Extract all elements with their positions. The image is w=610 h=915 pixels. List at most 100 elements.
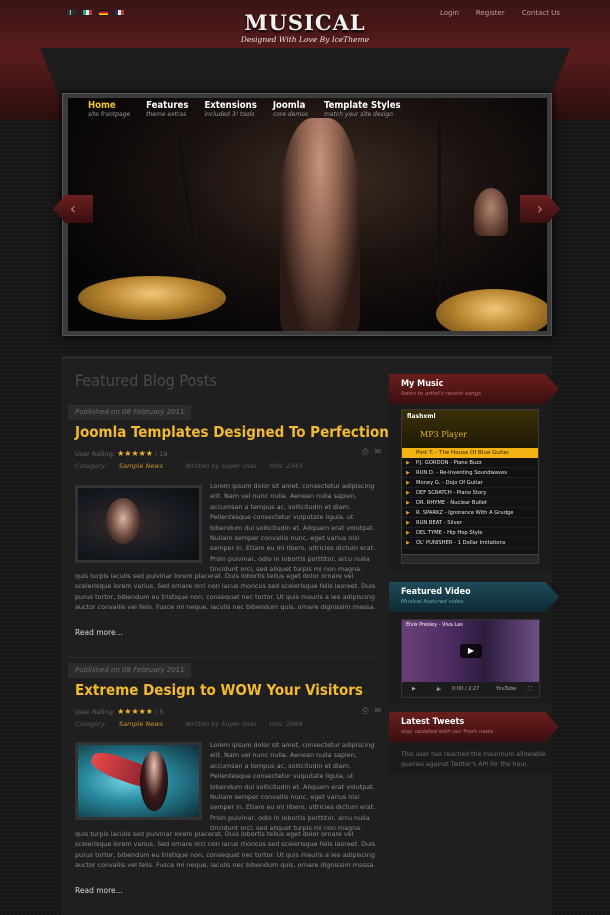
module-title: Featured Video: [401, 587, 471, 597]
post-excerpt: Lorem ipsum dolor sit amet, consectetur …: [210, 741, 376, 833]
post-actions: ⎙ ✉: [356, 706, 381, 716]
post-title[interactable]: Extreme Design to WOW Your Visitors: [75, 681, 363, 699]
flag-de-icon[interactable]: [98, 9, 109, 16]
slideshow-image: Home site frontpage Features theme extra…: [68, 98, 547, 331]
track-item[interactable]: DEL TYME - Hip Hop Style: [402, 528, 538, 538]
post-excerpt-continued: quis turpis iaculis sed pulvinar lorem p…: [75, 830, 376, 870]
site-logo[interactable]: MUSICAL: [210, 10, 400, 35]
module-subtitle: Musical featured video: [401, 599, 464, 605]
module-subtitle: stay updated with our fresh news: [401, 729, 494, 735]
category-link[interactable]: Sample News: [119, 462, 163, 470]
menu-item-subtitle: included 3! tools: [204, 111, 255, 118]
post-divider: [68, 657, 378, 658]
player-title: MP3 Player: [420, 430, 467, 439]
post-title[interactable]: Joomla Templates Designed To Perfection: [75, 423, 389, 441]
video-thumbnail: Elvis Presley - Viva Las ▶: [402, 620, 539, 682]
menu-item-extensions[interactable]: Extensions included 3! tools: [196, 100, 264, 118]
track-item[interactable]: Money G. - Dojo Of Guitar: [402, 478, 538, 488]
email-icon[interactable]: ✉: [374, 706, 381, 715]
track-item[interactable]: RUN D. - Re-Inventing Soundwaves: [402, 468, 538, 478]
post-rating: User Rating: ★★★★★ / 19: [75, 449, 168, 458]
my-music-header: My Music listen to artist's recent songs: [389, 374, 559, 404]
mp3-player: flashxml MP3 Player Pink T. - The House …: [401, 409, 539, 564]
category-link[interactable]: Sample News: [119, 720, 163, 728]
post-hits: Hits: 2343: [269, 462, 303, 470]
module-title: My Music: [401, 379, 444, 389]
email-icon[interactable]: ✉: [374, 447, 381, 456]
login-link[interactable]: Login: [432, 9, 467, 17]
post-thumbnail[interactable]: [75, 742, 202, 820]
rating-label: User Rating:: [75, 708, 116, 716]
track-item[interactable]: DR. RHYME - Nuclear Bullet: [402, 498, 538, 508]
contact-link[interactable]: Contact Us: [512, 9, 568, 17]
flag-en-icon[interactable]: [66, 9, 77, 16]
post-meta: Category: Sample News Written by Super U…: [75, 462, 313, 470]
menu-item-features[interactable]: Features theme extras: [138, 100, 196, 118]
latest-tweets-header: Latest Tweets stay updated with our fres…: [389, 712, 559, 742]
player-brand: flashxml: [407, 413, 436, 420]
rating-count: / 19: [155, 450, 168, 458]
rating-stars[interactable]: ★★★★★: [117, 707, 153, 716]
cymbal: [436, 289, 547, 331]
menu-item-title: Home: [88, 100, 116, 111]
rating-count: / 5: [155, 708, 164, 716]
menu-item-title: Joomla: [272, 100, 306, 111]
track-now-playing[interactable]: Pink T. - The House Of Blue Guitar: [402, 448, 538, 458]
rating-label: User Rating:: [75, 450, 116, 458]
section-title: Featured Blog Posts: [75, 371, 217, 390]
read-more-link[interactable]: Read more...: [75, 886, 123, 895]
menu-item-home[interactable]: Home site frontpage: [80, 100, 138, 118]
menu-item-joomla[interactable]: Joomla core demos: [265, 100, 316, 118]
volume-icon[interactable]: 🔈: [436, 682, 442, 697]
portrait: [140, 751, 168, 811]
print-icon[interactable]: ⎙: [362, 447, 368, 456]
language-flags: [66, 9, 125, 16]
track-item[interactable]: P.J. GORDON - Piano Buzz: [402, 458, 538, 468]
track-item[interactable]: RUN BEAT - Silver: [402, 518, 538, 528]
site-tagline: Designed With Love By IceTheme: [240, 35, 370, 44]
module-title: Latest Tweets: [401, 717, 465, 727]
post-date: Published on 08 February 2011: [68, 663, 191, 678]
category-label: Category:: [75, 720, 107, 728]
menu-item-subtitle: site frontpage: [88, 111, 131, 118]
play-control-icon[interactable]: ▶: [412, 682, 416, 697]
slideshow-frame: Home site frontpage Features theme extra…: [62, 93, 552, 336]
featured-video-header: Featured Video Musical featured video: [389, 582, 559, 612]
menu-item-title: Template Styles: [324, 100, 401, 111]
post-excerpt-continued: quis turpis iaculis sed pulvinar lorem p…: [75, 572, 376, 612]
print-icon[interactable]: ⎙: [362, 706, 368, 715]
youtube-logo[interactable]: YouTube: [496, 682, 516, 697]
register-link[interactable]: Register: [466, 9, 513, 17]
menu-item-subtitle: match your site design: [324, 111, 393, 118]
player-header: flashxml MP3 Player: [402, 410, 538, 448]
menu-item-template-styles[interactable]: Template Styles match your site design: [316, 100, 409, 118]
menu-item-title: Features: [146, 100, 189, 111]
flag-it-icon[interactable]: [82, 9, 93, 16]
post-rating: User Rating: ★★★★★ / 5: [75, 707, 163, 716]
menu-item-subtitle: core demos: [272, 111, 309, 118]
post-thumbnail[interactable]: [75, 485, 202, 563]
post-author: Written by Super User: [185, 720, 258, 728]
track-item[interactable]: DEF SCRATCH - Piano Story: [402, 488, 538, 498]
portrait: [106, 498, 140, 544]
menu-item-subtitle: theme extras: [146, 111, 187, 118]
category-label: Category:: [75, 462, 107, 470]
flag-fr-icon[interactable]: [114, 9, 125, 16]
drummer-figure: [280, 118, 360, 331]
tweets-message: This user has reached the maximum allowa…: [401, 751, 546, 768]
fullscreen-icon[interactable]: ⛶: [528, 682, 532, 697]
mic-stand: [177, 138, 202, 288]
play-icon[interactable]: ▶: [460, 644, 482, 658]
video-player[interactable]: Elvis Presley - Viva Las ▶ ▶ 🔈 0:00 / 2:…: [401, 619, 540, 698]
post-actions: ⎙ ✉: [356, 447, 381, 457]
track-item[interactable]: R. SPARKZ - Ignorance With A Grudge: [402, 508, 538, 518]
player-controls[interactable]: [402, 554, 538, 563]
track-item[interactable]: OL' PUNISHER - 1 Dollar Imitations: [402, 538, 538, 548]
menu-item-title: Extensions: [204, 100, 257, 111]
top-links: Login Register Contact Us: [432, 9, 568, 17]
post-meta: Category: Sample News Written by Super U…: [75, 720, 313, 728]
keyboardist-figure: [474, 188, 508, 236]
video-controls: ▶ 🔈 0:00 / 2:27 YouTube ⛶: [402, 682, 539, 697]
read-more-link[interactable]: Read more...: [75, 628, 123, 637]
rating-stars[interactable]: ★★★★★: [117, 449, 153, 458]
